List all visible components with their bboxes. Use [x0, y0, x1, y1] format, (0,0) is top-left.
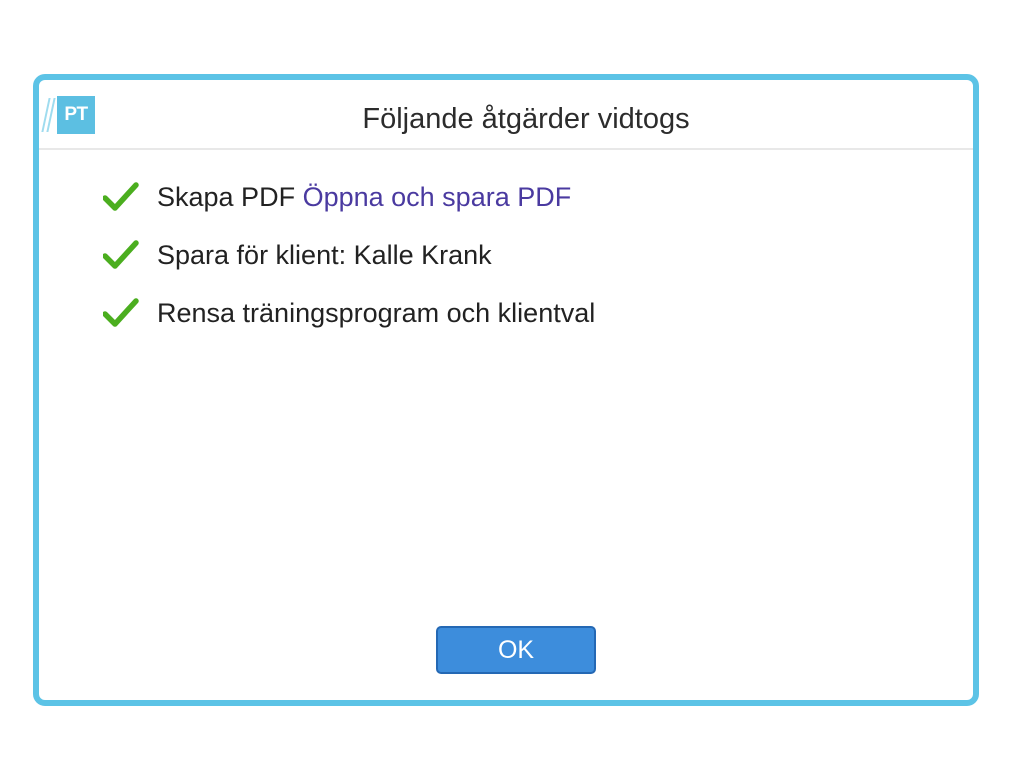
action-item-save-client: Spara för klient: Kalle Krank	[103, 226, 595, 284]
check-icon	[103, 182, 139, 211]
action-item-label: Skapa PDF Öppna och spara PDF	[157, 182, 571, 213]
dialog-header: PT Följande åtgärder vidtogs	[39, 80, 973, 150]
check-icon	[103, 298, 139, 327]
action-list: Skapa PDF Öppna och spara PDF Spara för …	[103, 168, 595, 342]
ok-button[interactable]: OK	[436, 626, 596, 674]
open-save-pdf-link[interactable]: Öppna och spara PDF	[303, 182, 572, 212]
action-text: Rensa träningsprogram och klientval	[157, 297, 596, 328]
action-item-create-pdf: Skapa PDF Öppna och spara PDF	[103, 168, 595, 226]
dialog-title: Följande åtgärder vidtogs	[362, 103, 690, 135]
action-text: Spara för klient: Kalle Krank	[157, 239, 492, 270]
action-item-clear-program: Rensa träningsprogram och klientval	[103, 284, 595, 342]
actions-dialog: PT Följande åtgärder vidtogs Skapa PDF Ö…	[33, 74, 979, 706]
action-text: Skapa PDF	[157, 181, 296, 212]
check-icon	[103, 240, 139, 269]
